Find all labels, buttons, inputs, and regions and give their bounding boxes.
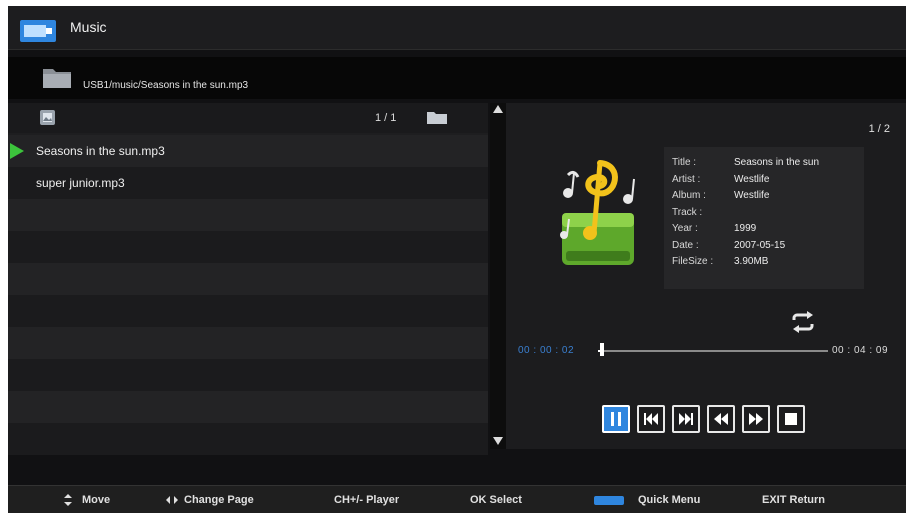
info-date: Date : 2007-05-15 [672, 239, 786, 251]
help-exit: EXIT Return [762, 494, 825, 506]
list-header: 1 / 1 [8, 103, 488, 133]
list-item[interactable]: Seasons in the sun.mp3 [8, 135, 488, 167]
fast-forward-icon [749, 413, 763, 425]
info-filesize: FileSize : 3.90MB [672, 256, 769, 267]
stop-icon [785, 413, 797, 425]
empty-row [8, 199, 488, 231]
progress-bar[interactable] [598, 350, 828, 352]
next-button[interactable] [672, 405, 700, 433]
info-album: Album : Westlife [672, 190, 770, 201]
scrollbar[interactable] [490, 103, 506, 449]
music-player-screen: Music USB1/music/Seasons in the sun.mp3 … [8, 6, 906, 513]
repeat-icon[interactable] [789, 311, 817, 333]
track-info: Title : Seasons in the sun Artist : West… [664, 147, 864, 289]
previous-button[interactable] [637, 405, 665, 433]
rewind-icon [714, 413, 728, 425]
playing-icon [10, 143, 24, 159]
empty-row [8, 423, 488, 455]
file-list: 1 / 1 Seasons in the sun.mp3 super junio… [8, 103, 488, 455]
footer-help-bar: Move Change Page CH+/- Player OK Select … [8, 485, 906, 513]
player-panel: 1 / 2 Title : Seasons in the sun Artist [506, 103, 906, 449]
music-folder-icon [20, 20, 56, 42]
path-text: USB1/music/Seasons in the sun.mp3 [83, 80, 249, 91]
info-title: Title : Seasons in the sun [672, 157, 820, 168]
empty-row [8, 263, 488, 295]
page-title: Music [70, 19, 107, 35]
header: Music [8, 6, 906, 50]
info-artist: Artist : Westlife [672, 173, 770, 185]
thumbnail-view-icon[interactable] [40, 110, 55, 125]
music-note-art-icon [560, 160, 635, 265]
help-move: Move [64, 494, 110, 507]
help-change-page: Change Page [166, 494, 254, 506]
pause-icon [611, 412, 621, 426]
up-down-arrows-icon [64, 494, 72, 507]
progress-handle[interactable] [599, 343, 604, 356]
previous-icon [644, 413, 658, 425]
next-icon [679, 413, 693, 425]
info-page-count: 1 / 2 [868, 123, 890, 135]
list-page-count: 1 / 1 [375, 112, 397, 124]
info-year: Year : 1999 [672, 223, 757, 234]
file-rows: Seasons in the sun.mp3 super junior.mp3 [8, 135, 488, 455]
scroll-up-arrow-icon[interactable] [493, 105, 503, 113]
folder-icon [43, 69, 71, 88]
help-select: OK Select [470, 494, 522, 506]
total-time: 00 : 04 : 09 [832, 345, 889, 356]
pause-button[interactable] [602, 405, 630, 433]
file-name: super junior.mp3 [36, 176, 125, 190]
folder-up-icon[interactable] [427, 110, 447, 124]
info-track: Track : [672, 206, 703, 218]
file-name: Seasons in the sun.mp3 [36, 144, 165, 158]
empty-row [8, 327, 488, 359]
scroll-down-arrow-icon[interactable] [493, 437, 503, 445]
empty-row [8, 231, 488, 263]
path-bar: USB1/music/Seasons in the sun.mp3 [8, 57, 906, 99]
empty-row [8, 295, 488, 327]
empty-row [8, 359, 488, 391]
rewind-button[interactable] [707, 405, 735, 433]
list-item[interactable]: super junior.mp3 [8, 167, 488, 199]
left-right-arrows-icon [166, 496, 178, 505]
empty-row [8, 391, 488, 423]
stop-button[interactable] [777, 405, 805, 433]
playback-controls [602, 405, 805, 433]
fast-forward-button[interactable] [742, 405, 770, 433]
current-time: 00 : 00 : 02 [518, 345, 575, 356]
blue-key-icon [594, 495, 624, 505]
help-quick-menu: Quick Menu [594, 494, 700, 506]
help-player: CH+/- Player [334, 494, 400, 506]
